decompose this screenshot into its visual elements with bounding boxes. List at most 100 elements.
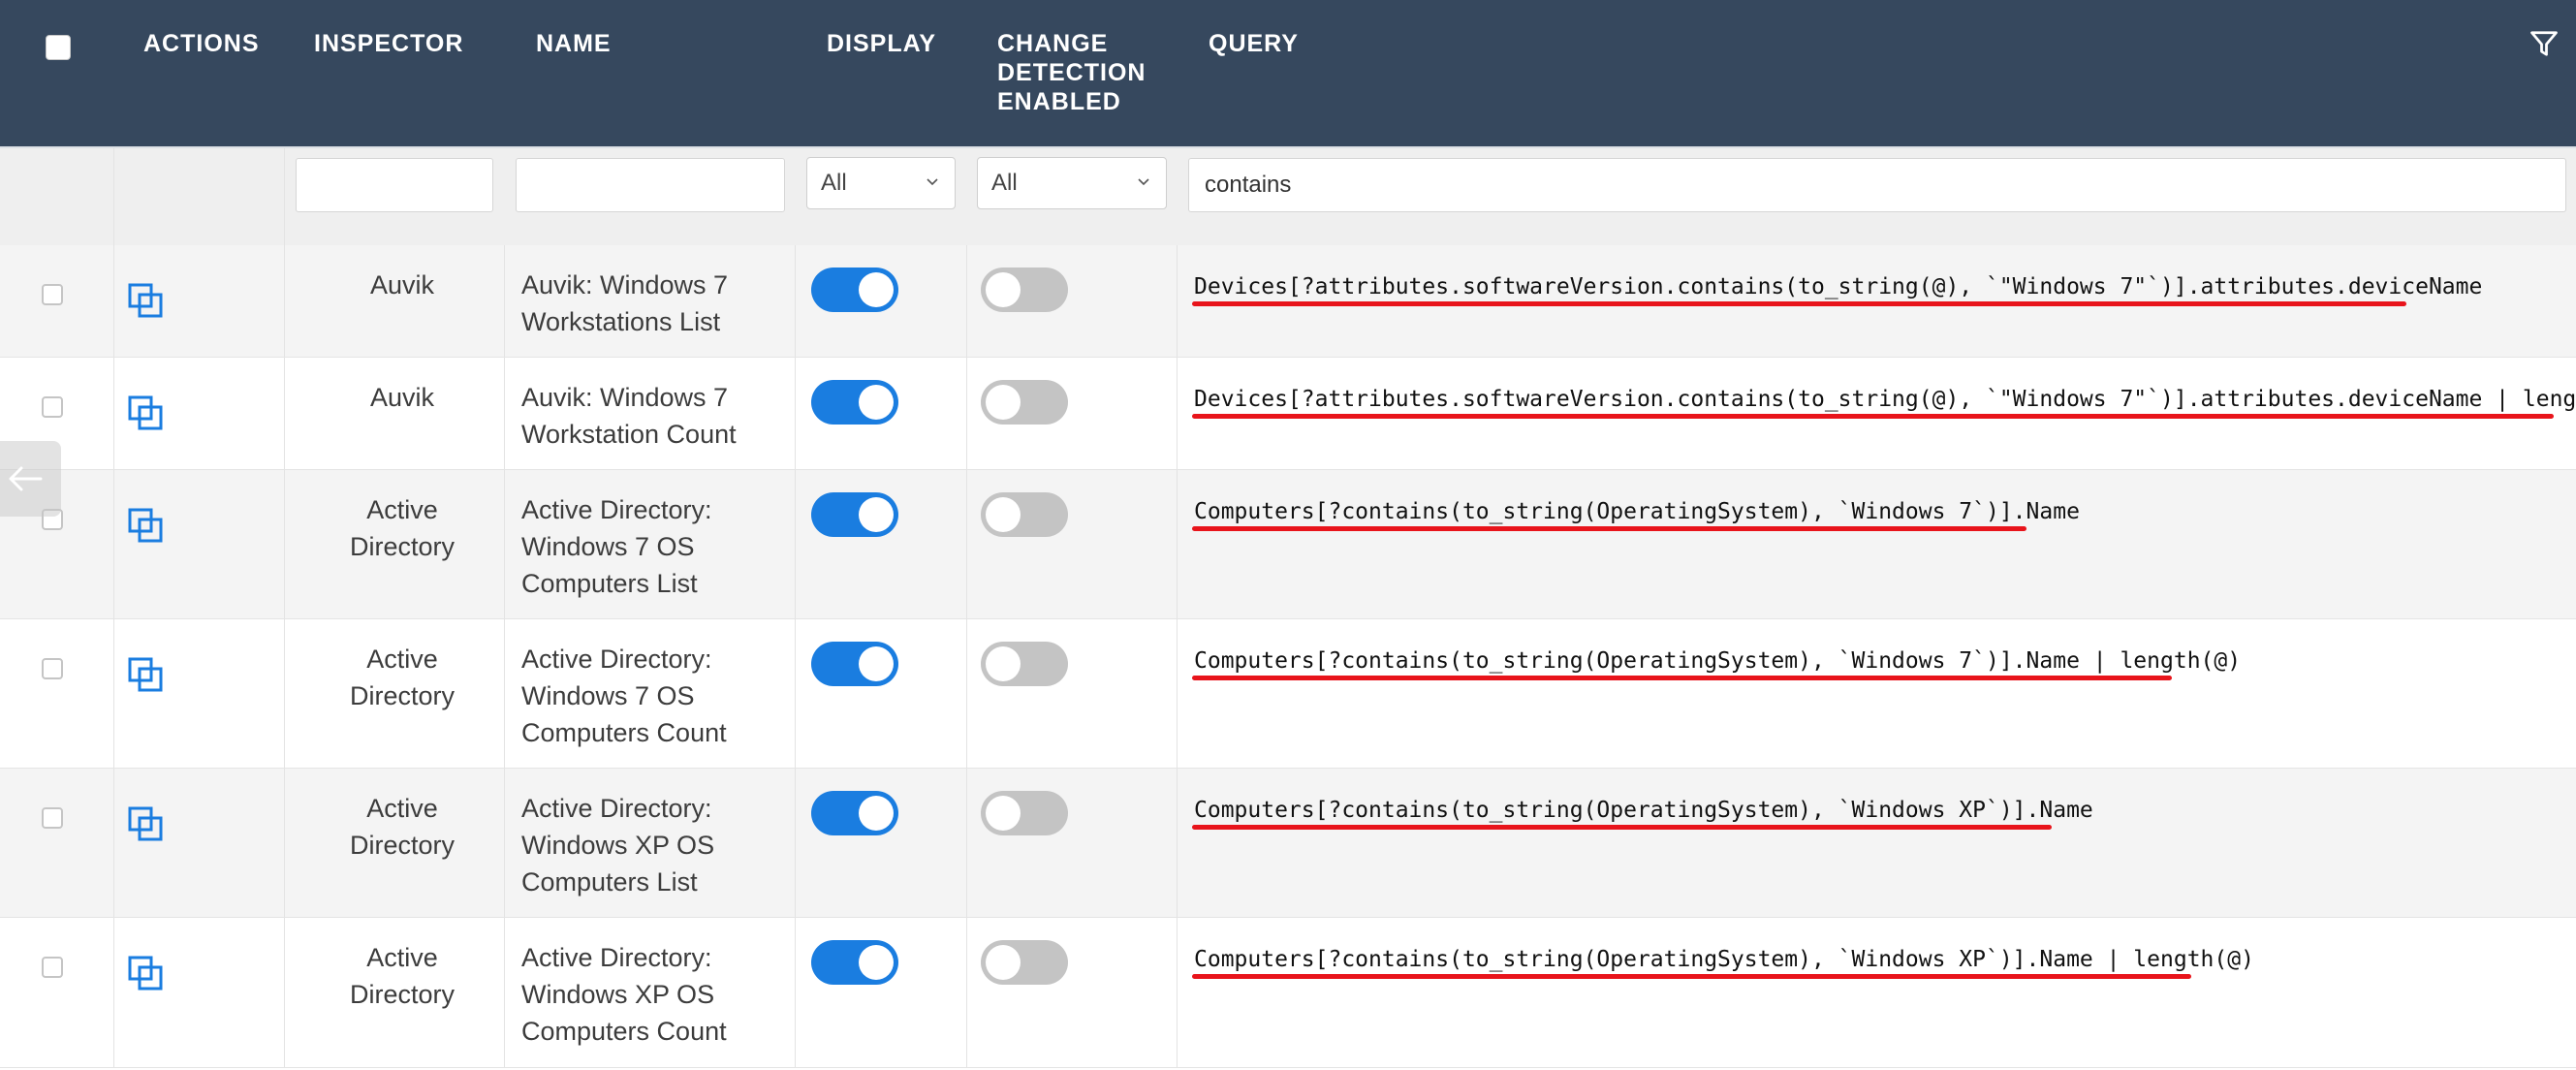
query-cell: Computers[?contains(to_string(OperatingS… — [1194, 947, 2254, 972]
copy-icon[interactable] — [127, 394, 166, 433]
column-divider — [1177, 358, 1178, 469]
name-text: Active Directory: — [521, 794, 712, 823]
display-toggle[interactable] — [811, 791, 898, 835]
query-filter-input[interactable]: contains — [1188, 158, 2566, 212]
name-filter-input[interactable] — [516, 158, 785, 212]
filter-icon[interactable] — [2529, 29, 2559, 58]
change-detection-toggle[interactable] — [981, 492, 1068, 537]
change-detection-filter-value: All — [991, 170, 1018, 196]
toggle-knob — [859, 646, 894, 681]
row-checkbox[interactable] — [42, 396, 63, 418]
column-divider — [966, 245, 967, 357]
column-header-change-detection[interactable]: CHANGE DETECTION ENABLED — [997, 29, 1146, 116]
toggle-knob — [859, 385, 894, 420]
column-divider — [795, 769, 796, 917]
name-text: Windows 7 OS — [521, 532, 695, 561]
change-detection-toggle[interactable] — [981, 642, 1068, 686]
column-header-display[interactable]: DISPLAY — [827, 29, 936, 58]
query-highlight-underline — [1192, 974, 2191, 979]
copy-icon[interactable] — [127, 805, 166, 844]
inspector-cell: Auvik — [281, 267, 523, 303]
query-cell: Computers[?contains(to_string(OperatingS… — [1194, 798, 2093, 823]
inspector-text: Auvik — [369, 270, 435, 299]
copy-icon[interactable] — [127, 955, 166, 993]
table-row: Active Directory Active Directory: Windows … — [0, 619, 2576, 769]
column-divider — [795, 918, 796, 1067]
name-cell: Active Directory: Windows XP OS Computers … — [521, 939, 793, 1050]
query-highlight-underline — [1192, 414, 2554, 419]
column-header-query[interactable]: QUERY — [1209, 29, 1299, 58]
row-checkbox[interactable] — [42, 807, 63, 829]
inspector-text: Active — [366, 794, 438, 823]
toggle-knob — [986, 796, 1021, 831]
copy-icon[interactable] — [127, 507, 166, 546]
column-header-actions[interactable]: ACTIONS — [143, 29, 260, 58]
display-toggle[interactable] — [811, 492, 898, 537]
display-toggle[interactable] — [811, 642, 898, 686]
column-divider — [966, 918, 967, 1067]
inspector-text: Directory — [349, 681, 455, 710]
change-detection-label-line: ENABLED — [997, 88, 1121, 115]
chevron-down-icon — [927, 178, 938, 186]
change-detection-toggle[interactable] — [981, 940, 1068, 985]
toggle-knob — [986, 497, 1021, 532]
row-checkbox[interactable] — [42, 284, 63, 305]
query-cell: Computers[?contains(to_string(OperatingS… — [1194, 648, 2242, 674]
column-divider — [1177, 619, 1178, 768]
name-cell: Auvik: Windows 7 Workstations List — [521, 267, 793, 340]
inspector-cell: Active Directory — [281, 939, 523, 1013]
toggle-knob — [986, 646, 1021, 681]
name-text: Active Directory: — [521, 645, 712, 674]
column-divider — [966, 358, 967, 469]
column-divider — [1177, 918, 1178, 1067]
row-checkbox[interactable] — [42, 658, 63, 679]
query-cell: Devices[?attributes.softwareVersion.cont… — [1194, 387, 2576, 412]
display-filter-select[interactable]: All — [806, 157, 956, 209]
change-detection-filter-select[interactable]: All — [977, 157, 1167, 209]
column-divider — [1177, 470, 1178, 618]
column-header-name[interactable]: NAME — [536, 29, 612, 58]
inspector-cell: Active Directory — [281, 491, 523, 565]
display-toggle[interactable] — [811, 268, 898, 312]
name-text: Auvik: Windows 7 — [521, 270, 729, 299]
toggle-knob — [859, 497, 894, 532]
inspector-cell: Active Directory — [281, 641, 523, 714]
select-all-checkbox[interactable] — [46, 35, 71, 60]
column-divider — [966, 619, 967, 768]
column-divider — [1177, 769, 1178, 917]
column-divider — [284, 148, 285, 245]
name-text: Active Directory: — [521, 943, 712, 972]
change-detection-toggle[interactable] — [981, 268, 1068, 312]
column-header-inspector[interactable]: INSPECTOR — [314, 29, 463, 58]
column-divider — [113, 619, 114, 768]
change-detection-toggle[interactable] — [981, 380, 1068, 425]
copy-icon[interactable] — [127, 656, 166, 695]
display-toggle[interactable] — [811, 940, 898, 985]
name-cell: Active Directory: Windows 7 OS Computers L… — [521, 491, 793, 602]
column-divider — [795, 245, 796, 357]
chevron-down-icon — [1138, 178, 1149, 186]
change-detection-toggle[interactable] — [981, 791, 1068, 835]
display-toggle[interactable] — [811, 380, 898, 425]
name-cell: Active Directory: Windows 7 OS Computers C… — [521, 641, 793, 751]
row-checkbox[interactable] — [42, 957, 63, 978]
toggle-knob — [859, 945, 894, 980]
name-text: Computers List — [521, 867, 698, 897]
inspector-filter-input[interactable] — [296, 158, 493, 212]
name-text: Windows 7 OS — [521, 681, 695, 710]
filter-cell-empty — [0, 148, 113, 245]
name-text: Computers Count — [521, 1017, 727, 1046]
inspector-text: Active — [366, 943, 438, 972]
name-text: Workstation Count — [521, 420, 737, 449]
copy-icon[interactable] — [127, 282, 166, 321]
column-divider — [1177, 245, 1178, 357]
name-text: Active Directory: — [521, 495, 712, 524]
query-highlight-underline — [1192, 526, 2026, 531]
column-divider — [795, 619, 796, 768]
toggle-knob — [986, 272, 1021, 307]
table-row: Active Directory Active Directory: Windows … — [0, 918, 2576, 1068]
inspector-text: Directory — [349, 831, 455, 860]
column-divider — [795, 470, 796, 618]
query-cell: Computers[?contains(to_string(OperatingS… — [1194, 499, 2080, 524]
collapse-sidebar-tab[interactable] — [0, 441, 61, 517]
